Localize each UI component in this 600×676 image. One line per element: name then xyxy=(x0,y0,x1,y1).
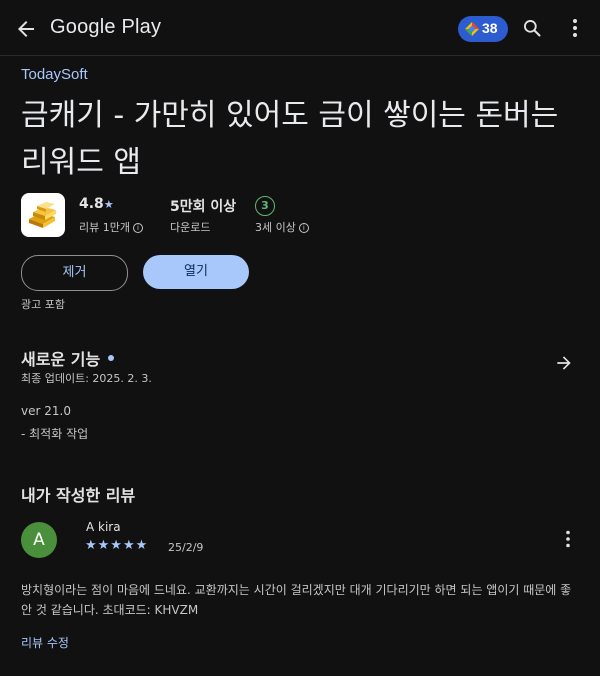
arrow-right-icon[interactable] xyxy=(554,353,574,373)
age-rating-label: 3세 이상 xyxy=(255,221,296,234)
topbar-divider xyxy=(0,55,600,56)
new-indicator-dot xyxy=(108,355,115,361)
release-version: ver 21.0 xyxy=(21,404,71,418)
google-play-logo[interactable]: Google Play xyxy=(50,16,161,39)
edit-review-link[interactable]: 리뷰 수정 xyxy=(21,634,69,651)
app-icon xyxy=(21,193,65,237)
info-icon: i xyxy=(298,223,309,233)
age-rating-stat[interactable]: 3 3세 이상 i xyxy=(255,196,309,235)
open-button[interactable]: 열기 xyxy=(143,255,249,289)
release-note: - 최적화 작업 xyxy=(21,427,89,441)
more-vert-icon[interactable] xyxy=(566,18,584,38)
rating-stat[interactable]: 4.8★ 리뷰 1만개 i xyxy=(79,196,143,235)
app-title: 금캐기 - 가만히 있어도 금이 쌓이는 돈버는 리워드 앱 xyxy=(21,98,559,180)
review-text: 방치형이라는 점이 마음에 드네요. 교환까지는 시간이 걸리겠지만 대개 기다… xyxy=(21,583,572,617)
downloads-stat: 5만회 이상 다운로드 xyxy=(170,196,236,235)
play-points-icon xyxy=(465,22,479,36)
play-points-badge[interactable]: 38 xyxy=(458,16,508,42)
rating-value: 4.8 xyxy=(79,196,104,212)
reviews-count: 리뷰 1만개 xyxy=(79,221,130,234)
review-date: 25/2/9 xyxy=(168,541,204,554)
gold-bars-icon xyxy=(29,202,56,228)
downloads-label: 다운로드 xyxy=(170,221,211,234)
search-icon[interactable] xyxy=(522,18,542,38)
more-vert-icon[interactable] xyxy=(563,530,573,548)
avatar: A xyxy=(21,522,57,558)
reviewer-name: A kira xyxy=(86,520,121,534)
uninstall-button[interactable]: 제거 xyxy=(21,255,128,291)
developer-link[interactable]: TodaySoft xyxy=(21,66,88,83)
star-icon: ★ xyxy=(103,198,114,211)
review-star-rating: ★★★★★ xyxy=(85,538,149,553)
age-rating-badge: 3 xyxy=(255,196,275,216)
points-count: 38 xyxy=(482,20,498,36)
back-arrow-icon[interactable] xyxy=(14,17,38,41)
info-icon: i xyxy=(132,223,143,233)
contains-ads-label: 광고 포함 xyxy=(21,298,65,311)
whats-new-title: 새로운 기능 xyxy=(21,350,101,369)
downloads-value: 5만회 이상 xyxy=(170,199,237,215)
my-review-section-title: 내가 작성한 리뷰 xyxy=(21,486,136,505)
last-updated-date: 최종 업데이트: 2025. 2. 3. xyxy=(21,372,152,385)
whats-new-section-title[interactable]: 새로운 기능 xyxy=(21,346,115,370)
